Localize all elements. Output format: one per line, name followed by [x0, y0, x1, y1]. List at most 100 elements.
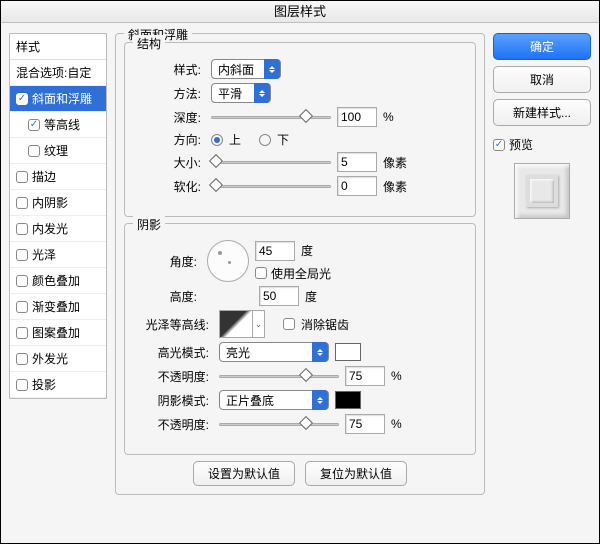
style-label: 样式: [141, 61, 205, 78]
style-item-label: 投影 [32, 376, 56, 393]
style-item-checkbox[interactable] [28, 119, 40, 131]
blending-options-label: 混合选项:自定 [16, 64, 91, 81]
style-item-11[interactable]: 投影 [10, 372, 106, 398]
content: 样式 混合选项:自定 斜面和浮雕等高线纹理描边内阴影内发光光泽颜色叠加渐变叠加图… [1, 23, 599, 543]
highlight-mode-value: 亮光 [226, 344, 250, 361]
antialias-label: 消除锯齿 [301, 316, 349, 333]
style-item-checkbox[interactable] [16, 353, 28, 365]
angle-label: 角度: [141, 253, 201, 270]
style-item-4[interactable]: 内阴影 [10, 190, 106, 216]
gloss-contour-picker[interactable] [219, 310, 253, 338]
shading-group: 阴影 角度: 45 度 [124, 223, 476, 455]
highlight-mode-select[interactable]: 亮光 [219, 342, 329, 362]
shadow-opacity-label: 不透明度: [141, 416, 213, 433]
style-value: 内斜面 [218, 61, 254, 78]
preview-checkbox[interactable] [493, 139, 505, 151]
gloss-contour-label: 光泽等高线: [141, 316, 213, 333]
style-item-checkbox[interactable] [16, 249, 28, 261]
method-label: 方法: [141, 85, 205, 102]
preview-label: 预览 [509, 136, 533, 153]
style-select[interactable]: 内斜面 [211, 59, 281, 79]
highlight-opacity-slider[interactable] [219, 368, 339, 384]
direction-down-label: 下 [277, 131, 289, 148]
reset-default-button[interactable]: 复位为默认值 [305, 461, 407, 486]
direction-up-label: 上 [229, 131, 241, 148]
soften-input[interactable]: 0 [337, 176, 377, 196]
highlight-mode-label: 高光模式: [141, 344, 213, 361]
style-item-checkbox[interactable] [16, 275, 28, 287]
settings-panel: 斜面和浮雕 结构 样式: 内斜面 方法: [115, 33, 485, 533]
style-item-checkbox[interactable] [16, 197, 28, 209]
style-item-5[interactable]: 内发光 [10, 216, 106, 242]
soften-slider[interactable] [211, 178, 331, 194]
highlight-opacity-input[interactable]: 75 [345, 366, 385, 386]
bevel-group: 斜面和浮雕 结构 样式: 内斜面 方法: [115, 33, 485, 495]
angle-input[interactable]: 45 [255, 241, 295, 261]
ok-button[interactable]: 确定 [493, 33, 591, 60]
style-item-checkbox[interactable] [16, 379, 28, 391]
style-item-label: 等高线 [44, 116, 80, 133]
style-item-checkbox[interactable] [16, 327, 28, 339]
style-item-checkbox[interactable] [16, 93, 28, 105]
new-style-button[interactable]: 新建样式... [493, 99, 591, 126]
style-item-1[interactable]: 等高线 [10, 112, 106, 138]
size-input[interactable]: 5 [337, 152, 377, 172]
shadow-mode-label: 阴影模式: [141, 392, 213, 409]
degree-unit: 度 [301, 242, 313, 259]
style-item-9[interactable]: 图案叠加 [10, 320, 106, 346]
gloss-contour-dropdown[interactable]: ⌄ [253, 310, 265, 338]
depth-input[interactable]: 100 [337, 107, 377, 127]
style-item-2[interactable]: 纹理 [10, 138, 106, 164]
shadow-opacity-input[interactable]: 75 [345, 414, 385, 434]
style-item-label: 内发光 [32, 220, 68, 237]
blending-options[interactable]: 混合选项:自定 [10, 60, 106, 86]
cancel-button[interactable]: 取消 [493, 66, 591, 93]
style-item-label: 颜色叠加 [32, 272, 80, 289]
angle-wheel[interactable] [207, 240, 249, 282]
style-item-3[interactable]: 描边 [10, 164, 106, 190]
method-select[interactable]: 平滑 [211, 83, 271, 103]
style-item-label: 光泽 [32, 246, 56, 263]
style-item-6[interactable]: 光泽 [10, 242, 106, 268]
style-item-10[interactable]: 外发光 [10, 346, 106, 372]
global-light-label: 使用全局光 [271, 265, 331, 282]
direction-down-radio[interactable] [259, 134, 271, 146]
styles-header[interactable]: 样式 [10, 34, 106, 60]
size-label: 大小: [141, 154, 205, 171]
soften-label: 软化: [141, 178, 205, 195]
style-item-8[interactable]: 渐变叠加 [10, 294, 106, 320]
altitude-input[interactable]: 50 [259, 286, 299, 306]
depth-slider[interactable] [211, 109, 331, 125]
styles-list: 样式 混合选项:自定 斜面和浮雕等高线纹理描边内阴影内发光光泽颜色叠加渐变叠加图… [9, 33, 107, 399]
styles-panel: 样式 混合选项:自定 斜面和浮雕等高线纹理描边内阴影内发光光泽颜色叠加渐变叠加图… [9, 33, 107, 533]
direction-label: 方向: [141, 131, 205, 148]
style-item-checkbox[interactable] [16, 171, 28, 183]
chevron-updown-icon [312, 342, 328, 362]
shadow-mode-select[interactable]: 正片叠底 [219, 390, 329, 410]
structure-legend: 结构 [133, 35, 165, 52]
shadow-color-swatch[interactable] [335, 391, 361, 409]
make-default-button[interactable]: 设置为默认值 [193, 461, 295, 486]
style-item-checkbox[interactable] [16, 223, 28, 235]
style-item-label: 描边 [32, 168, 56, 185]
style-item-checkbox[interactable] [16, 301, 28, 313]
highlight-opacity-label: 不透明度: [141, 368, 213, 385]
pixel-unit: 像素 [383, 178, 407, 195]
direction-up-radio[interactable] [211, 134, 223, 146]
window-title: 图层样式 [1, 1, 599, 23]
percent-unit: % [391, 369, 415, 383]
method-value: 平滑 [218, 85, 242, 102]
shadow-mode-value: 正片叠底 [226, 392, 274, 409]
shadow-opacity-slider[interactable] [219, 416, 339, 432]
style-item-checkbox[interactable] [28, 145, 40, 157]
style-item-0[interactable]: 斜面和浮雕 [10, 86, 106, 112]
antialias-checkbox[interactable] [283, 318, 295, 330]
depth-label: 深度: [141, 109, 205, 126]
style-item-7[interactable]: 颜色叠加 [10, 268, 106, 294]
highlight-color-swatch[interactable] [335, 343, 361, 361]
shading-legend: 阴影 [133, 216, 165, 233]
size-slider[interactable] [211, 154, 331, 170]
chevron-updown-icon [254, 83, 270, 103]
global-light-checkbox[interactable] [255, 267, 267, 279]
action-panel: 确定 取消 新建样式... 预览 [493, 33, 591, 533]
